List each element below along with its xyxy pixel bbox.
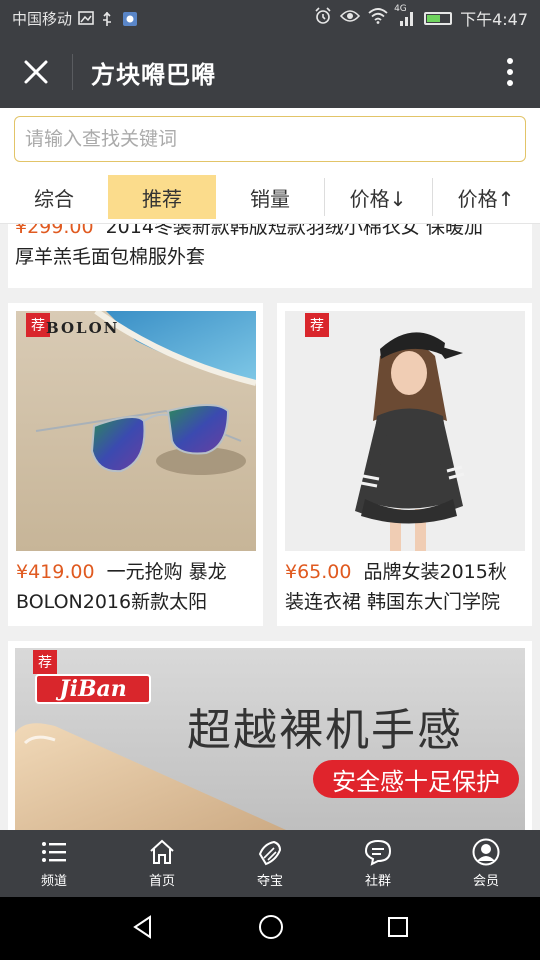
sort-tabs: 综合 推荐 销量 价格↓ 价格↑ — [0, 170, 540, 224]
product-image: 荐 — [285, 311, 525, 551]
recents-button[interactable] — [386, 915, 410, 943]
nav-label: 社群 — [364, 874, 391, 889]
more-vertical-icon — [507, 58, 513, 86]
product-price: ¥299.00 — [15, 224, 94, 238]
product-title-line1: 品牌女装2015秋 — [363, 561, 507, 583]
alarm-icon — [314, 7, 332, 29]
product-price: ¥419.00 — [16, 561, 95, 583]
tab-price-desc[interactable]: 价格↓ — [324, 170, 432, 224]
app-notification-icon — [122, 11, 138, 26]
nav-treasure[interactable]: 夺宝 — [216, 830, 324, 897]
nav-label: 首页 — [148, 874, 175, 889]
product-title: ¥299.00 2014冬装新款韩版短款羽绒小棉衣女 保暖加 — [15, 224, 525, 242]
nav-member[interactable]: 会员 — [432, 830, 540, 897]
product-list: ¥299.00 2014冬装新款韩版短款羽绒小棉衣女 保暖加 厚羊羔毛面包棉服外套 — [0, 224, 540, 830]
banner-subheadline: 安全感十足保护 — [313, 760, 519, 798]
eye-icon — [339, 9, 361, 27]
tab-recommended[interactable]: 推荐 — [108, 175, 216, 219]
brand-logo: JiBan — [35, 674, 151, 704]
product-card[interactable]: 荐 JiBan 超越裸机手感 安全感十足保护 — [8, 641, 532, 830]
nav-community[interactable]: 社群 — [324, 830, 432, 897]
product-title: ¥419.00 一元抢购 暴龙 — [16, 557, 255, 587]
bottom-nav: 频道 首页 夺宝 社群 会员 — [0, 830, 540, 897]
recommend-tag: 荐 — [305, 313, 329, 337]
notification-icon — [78, 11, 94, 25]
product-title: ¥65.00 品牌女装2015秋 — [285, 557, 524, 587]
brand-logo: BOLON — [46, 319, 120, 337]
close-icon — [24, 60, 48, 84]
nav-channel[interactable]: 频道 — [0, 830, 108, 897]
product-card[interactable]: 荐 ¥65.00 品牌女装2015秋 装连衣裙 韩国东大门学院 — [277, 303, 532, 626]
app-bar-divider — [72, 54, 73, 90]
nav-label: 夺宝 — [256, 874, 283, 889]
tab-label: 推荐 — [142, 186, 182, 211]
search-bar — [0, 108, 540, 170]
product-card[interactable]: ¥299.00 2014冬装新款韩版短款羽绒小棉衣女 保暖加 厚羊羔毛面包棉服外套 — [8, 224, 532, 288]
product-price: ¥65.00 — [285, 561, 352, 583]
nav-label: 频道 — [40, 874, 67, 889]
page-title: 方块嘚巴嘚 — [91, 60, 216, 89]
system-nav-bar — [0, 897, 540, 960]
tab-price-asc[interactable]: 价格↑ — [432, 170, 540, 224]
status-bar: 中国移动 4G 下午4:47 — [0, 0, 540, 36]
product-title-line1: 一元抢购 暴龙 — [106, 561, 227, 583]
tab-label: 价格↑ — [457, 186, 515, 211]
square-recents-icon — [387, 916, 408, 937]
circle-home-icon — [258, 914, 283, 939]
carrier-label: 中国移动 — [12, 9, 73, 28]
app-bar: 方块嘚巴嘚 — [0, 36, 540, 108]
tab-sales[interactable]: 销量 — [216, 170, 324, 224]
product-image: 荐 BOLON — [16, 311, 256, 551]
search-input[interactable] — [14, 116, 526, 162]
product-banner-image: 荐 JiBan 超越裸机手感 安全感十足保护 — [15, 648, 525, 830]
product-title-line2: 厚羊羔毛面包棉服外套 — [15, 246, 206, 268]
banner-headline: 超越裸机手感 — [187, 705, 463, 756]
signal-icon: 4G — [394, 4, 416, 26]
network-type: 4G — [394, 4, 407, 14]
back-icon — [133, 914, 152, 939]
tab-comprehensive[interactable]: 综合 — [0, 170, 108, 224]
tab-label: 销量 — [250, 186, 290, 211]
list-icon — [42, 842, 66, 862]
product-card[interactable]: 荐 BOLON ¥419.00 一元抢购 暴龙 BOLON2016新款太阳 — [8, 303, 263, 626]
product-title-line2: 装连衣裙 韩国东大门学院 — [285, 591, 501, 613]
close-button[interactable] — [0, 36, 72, 108]
recommend-tag: 荐 — [33, 650, 57, 674]
nav-label: 会员 — [472, 874, 499, 889]
user-icon — [472, 838, 500, 866]
usb-icon — [100, 11, 116, 26]
product-title-line2: BOLON2016新款太阳 — [16, 591, 208, 613]
tab-label: 综合 — [34, 186, 74, 211]
more-button[interactable] — [480, 36, 540, 108]
tab-label: 价格↓ — [349, 186, 407, 211]
chat-icon — [364, 839, 392, 866]
treasure-icon — [258, 840, 282, 866]
home-system-button[interactable] — [257, 913, 285, 945]
product-title-line1: 2014冬装新款韩版短款羽绒小棉衣女 保暖加 — [105, 224, 483, 238]
wifi-icon — [368, 8, 388, 28]
home-icon — [150, 839, 174, 864]
nav-home[interactable]: 首页 — [108, 830, 216, 897]
back-button[interactable] — [130, 914, 156, 944]
clock: 下午4:47 — [460, 10, 528, 29]
battery-icon — [424, 11, 453, 25]
